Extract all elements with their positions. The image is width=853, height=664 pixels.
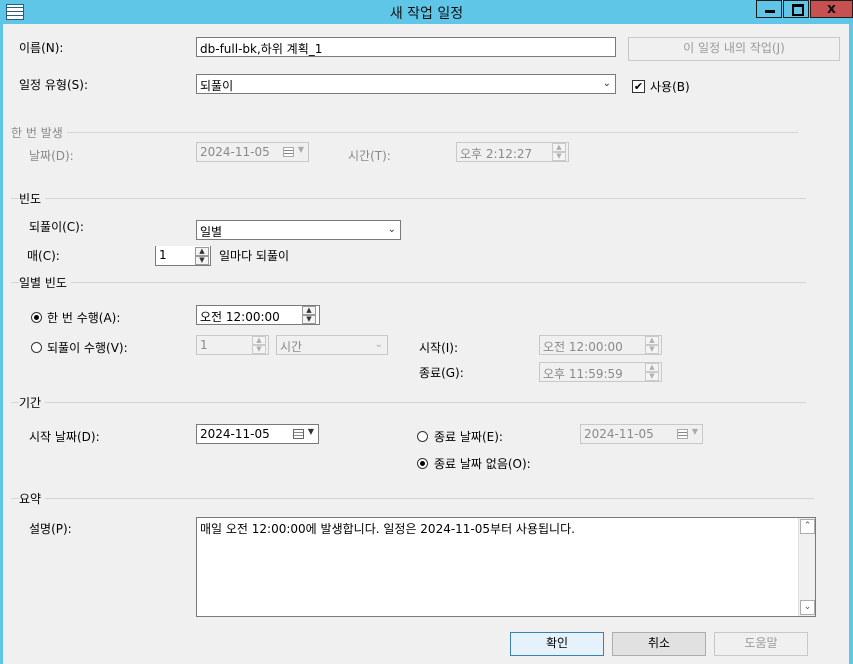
spin-down-icon[interactable]: ▼ (645, 372, 659, 381)
description-textarea[interactable]: 매일 오전 12:00:00에 발생합니다. 일정은 2024-11-05부터 … (196, 517, 816, 617)
end-date-label: 종료 날짜(E): (434, 430, 503, 444)
recurs-every-label: 매(C): (27, 249, 60, 263)
spin-down-icon[interactable]: ▼ (645, 345, 659, 354)
end-date-radio[interactable] (417, 431, 428, 442)
one-time-group-line (11, 132, 798, 133)
one-time-time-spinner[interactable]: ▲ ▼ (552, 143, 566, 161)
schedule-type-label: 일정 유형(S): (19, 78, 88, 92)
title-bar[interactable]: 새 작업 일정 x (0, 0, 853, 24)
start-time-input[interactable]: 오전 12:00:00 (539, 335, 662, 355)
duration-group-line (11, 402, 806, 403)
spin-up-icon[interactable]: ▲ (252, 336, 266, 345)
end-date-value: 2024-11-05 (584, 427, 654, 441)
dialog-window: 새 작업 일정 x 이름(N): db-full-bk,하위 계획_1 이 일정… (0, 0, 853, 664)
description-text: 매일 오전 12:00:00에 발생합니다. 일정은 2024-11-05부터 … (200, 522, 575, 536)
one-time-date-label: 날짜(D): (29, 149, 74, 163)
maximize-button[interactable] (783, 0, 809, 18)
no-end-date-label: 종료 날짜 없음(O): (434, 457, 531, 471)
occurs-once-radio[interactable] (31, 312, 42, 323)
spin-up-icon[interactable]: ▲ (645, 336, 659, 345)
enabled-label: 사용(B) (650, 80, 690, 94)
end-time-input[interactable]: 오후 11:59:59 (539, 362, 662, 382)
recurs-every-spinner[interactable]: ▲ ▼ (195, 247, 209, 265)
daily-frequency-group-label: 일별 빈도 (19, 274, 71, 291)
start-date-value: 2024-11-05 (200, 427, 270, 441)
start-time-value: 오전 12:00:00 (543, 340, 623, 354)
occurs-every-value: 1 (200, 338, 208, 352)
spin-up-icon[interactable]: ▲ (552, 143, 566, 152)
start-time-spinner[interactable]: ▲ ▼ (645, 336, 659, 354)
dropdown-arrow-icon: ▼ (297, 145, 304, 154)
window-title: 새 작업 일정 (389, 6, 464, 22)
spin-down-icon[interactable]: ▼ (252, 345, 266, 354)
occurs-every-unit-select[interactable]: 시간 ⌄ (276, 335, 388, 355)
summary-group-label: 요약 (19, 490, 46, 507)
occurs-label: 되풀이(C): (29, 220, 84, 234)
description-label: 설명(P): (29, 522, 72, 536)
end-time-value: 오후 11:59:59 (543, 367, 623, 381)
spin-up-icon[interactable]: ▲ (302, 306, 316, 315)
schedule-type-value: 되풀이 (200, 79, 234, 93)
spin-up-icon[interactable]: ▲ (645, 363, 659, 372)
recurs-every-suffix: 일마다 되풀이 (219, 249, 290, 263)
one-time-date-value: 2024-11-05 (200, 145, 270, 159)
spin-down-icon[interactable]: ▼ (195, 256, 209, 265)
occurs-every-unit-value: 시간 (280, 340, 303, 354)
name-input[interactable]: db-full-bk,하위 계획_1 (196, 37, 616, 57)
chevron-down-icon: ⌄ (387, 224, 396, 235)
cancel-button[interactable]: 취소 (612, 632, 706, 656)
calendar-icon (283, 147, 294, 157)
occurs-every-radio[interactable] (31, 342, 42, 353)
spin-down-icon[interactable]: ▼ (552, 152, 566, 161)
no-end-date-radio[interactable] (417, 458, 428, 469)
daily-frequency-group-line (11, 282, 806, 283)
summary-group-line (11, 498, 814, 499)
recurs-every-value: 1 (159, 248, 167, 262)
one-time-time-value: 오후 2:12:27 (460, 147, 533, 161)
dropdown-arrow-icon: ▼ (691, 427, 698, 436)
minimize-button[interactable] (756, 0, 782, 18)
end-time-spinner[interactable]: ▲ ▼ (645, 363, 659, 381)
jobs-in-schedule-button[interactable]: 이 일정 내의 작업(J) (628, 37, 840, 61)
start-date-label: 시작 날짜(D): (29, 430, 100, 444)
duration-group-label: 기간 (19, 394, 46, 411)
scroll-down-icon[interactable]: ⌄ (800, 600, 815, 615)
occurs-once-spinner[interactable]: ▲ ▼ (302, 306, 316, 324)
spin-down-icon[interactable]: ▼ (302, 315, 316, 324)
schedule-type-select[interactable]: 되풀이 ⌄ (196, 74, 616, 94)
one-time-date-picker[interactable]: 2024-11-05 ▼ (196, 142, 309, 162)
calendar-icon (677, 429, 688, 439)
occurs-once-time-value: 오전 12:00:00 (200, 310, 280, 324)
name-label: 이름(N): (19, 41, 64, 55)
occurs-every-spinner[interactable]: ▲ ▼ (252, 336, 266, 354)
one-time-time-label: 시간(T): (348, 149, 391, 163)
spin-up-icon[interactable]: ▲ (195, 247, 209, 256)
occurs-value: 일별 (200, 225, 223, 239)
start-date-picker[interactable]: 2024-11-05 ▼ (196, 424, 319, 444)
frequency-group-label: 빈도 (19, 190, 46, 207)
enabled-checkbox[interactable]: ✔ (632, 80, 645, 93)
one-time-group-label: 한 번 발생 (11, 124, 67, 141)
start-time-label: 시작(I): (419, 341, 459, 355)
scroll-up-icon[interactable]: ⌃ (800, 519, 815, 534)
calendar-icon (293, 429, 304, 439)
ok-button[interactable]: 확인 (510, 632, 604, 656)
occurs-select[interactable]: 일별 ⌄ (196, 220, 401, 240)
dropdown-arrow-icon: ▼ (307, 427, 314, 436)
chevron-down-icon: ⌄ (602, 78, 611, 89)
end-date-picker[interactable]: 2024-11-05 ▼ (580, 424, 703, 444)
frequency-group-line (11, 198, 806, 199)
close-button[interactable]: x (810, 0, 853, 18)
chevron-down-icon: ⌄ (374, 339, 383, 350)
dialog-body: 이름(N): db-full-bk,하위 계획_1 이 일정 내의 작업(J) … (0, 24, 849, 664)
help-button[interactable]: 도움말 (714, 632, 808, 656)
occurs-every-label: 되풀이 수행(V): (47, 341, 128, 355)
description-scrollbar[interactable]: ⌃ ⌄ (798, 518, 815, 616)
occurs-once-label: 한 번 수행(A): (47, 311, 121, 325)
end-time-label: 종료(G): (419, 366, 464, 380)
